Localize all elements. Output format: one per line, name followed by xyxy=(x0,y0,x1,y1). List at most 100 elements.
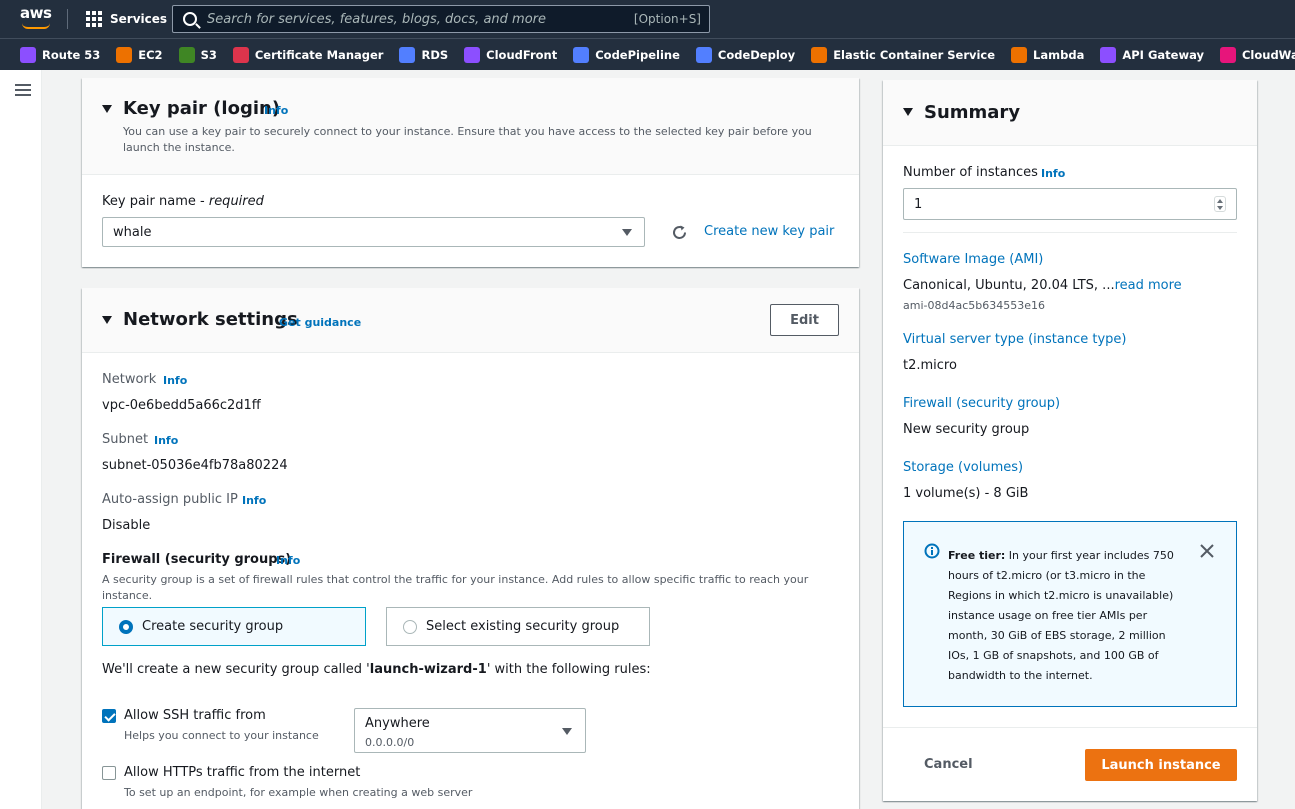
ami-read-more-link[interactable]: read more xyxy=(1115,278,1182,293)
close-icon[interactable] xyxy=(1200,544,1214,558)
favorite-label: API Gateway xyxy=(1122,47,1204,62)
key-pair-title: Key pair (login) xyxy=(123,98,281,119)
ami-value: Canonical, Ubuntu, 20.04 LTS, ...read mo… xyxy=(903,278,1182,293)
dropdown-caret-icon xyxy=(622,229,632,236)
allow-ssh-label: Allow SSH traffic from xyxy=(124,708,266,723)
cancel-button[interactable]: Cancel xyxy=(924,757,973,772)
favorite-codepipeline[interactable]: CodePipeline xyxy=(573,46,680,63)
favorite-s3[interactable]: S3 xyxy=(178,46,217,63)
collapse-caret-icon[interactable] xyxy=(102,105,112,113)
favorite-label: CloudWatch xyxy=(1241,47,1295,62)
ssh-cidr-value: 0.0.0.0/0 xyxy=(365,736,415,749)
favorite-certificate-manager[interactable]: Certificate Manager xyxy=(232,46,384,63)
info-circle-icon xyxy=(924,543,940,559)
aws-logo-text: aws xyxy=(20,4,52,22)
grid-icon xyxy=(86,11,102,27)
stepper-icon[interactable] xyxy=(1214,196,1226,212)
favorite-codedeploy[interactable]: CodeDeploy xyxy=(695,46,796,63)
service-icon xyxy=(811,46,828,63)
instances-value: 1 xyxy=(914,197,923,212)
sg-name: launch-wizard-1 xyxy=(369,662,487,677)
top-navigation-bar: aws Services Search for services, featur… xyxy=(0,0,1295,38)
allow-ssh-checkbox[interactable] xyxy=(102,709,116,723)
summary-panel: Summary Number of instances Info 1 Softw… xyxy=(883,80,1257,801)
ami-id: ami-08d4ac5b634553e16 xyxy=(903,299,1045,312)
collapse-caret-icon[interactable] xyxy=(903,108,913,116)
firewall-info-link[interactable]: Info xyxy=(276,554,300,567)
create-security-group-option[interactable]: Create security group xyxy=(102,607,366,646)
subnet-info-link[interactable]: Info xyxy=(154,434,178,447)
service-icon xyxy=(232,46,249,63)
free-tier-text: Free tier: In your first year includes 7… xyxy=(948,546,1180,686)
service-icon xyxy=(1011,46,1028,63)
favorite-cloudfront[interactable]: CloudFront xyxy=(464,46,558,63)
firewall-description: A security group is a set of firewall ru… xyxy=(102,573,809,602)
favorite-route-53[interactable]: Route 53 xyxy=(20,46,101,63)
allow-ssh-help: Helps you connect to your instance xyxy=(124,729,319,742)
network-info-link[interactable]: Info xyxy=(163,374,187,387)
network-settings-title: Network settings xyxy=(123,309,298,330)
security-group-note: We'll create a new security group called… xyxy=(102,662,651,677)
storage-link[interactable]: Storage (volumes) xyxy=(903,460,1023,475)
launch-instance-button[interactable]: Launch instance xyxy=(1085,749,1237,781)
global-search-input[interactable]: Search for services, features, blogs, do… xyxy=(172,5,710,33)
allow-https-label: Allow HTTPs traffic from the internet xyxy=(124,765,361,780)
favorite-lambda[interactable]: Lambda xyxy=(1011,46,1084,63)
required-marker: required xyxy=(208,194,264,209)
public-ip-value: Disable xyxy=(102,518,151,533)
key-pair-panel: Key pair (login) Info You can use a key … xyxy=(82,78,859,267)
favorite-label: Elastic Container Service xyxy=(833,47,996,62)
ssh-source-value: Anywhere xyxy=(365,716,430,731)
instance-type-link[interactable]: Virtual server type (instance type) xyxy=(903,332,1126,347)
ami-value-text: Canonical, Ubuntu, 20.04 LTS, ... xyxy=(903,278,1115,293)
allow-https-checkbox[interactable] xyxy=(102,766,116,780)
services-menu-button[interactable]: Services xyxy=(86,10,167,28)
favorite-label: CodePipeline xyxy=(595,47,680,62)
select-existing-security-group-option[interactable]: Select existing security group xyxy=(386,607,650,646)
search-placeholder: Search for services, features, blogs, do… xyxy=(207,11,546,27)
storage-value: 1 volume(s) - 8 GiB xyxy=(903,486,1029,501)
favorite-ec2[interactable]: EC2 xyxy=(116,46,163,63)
menu-icon[interactable] xyxy=(15,84,31,96)
firewall-link[interactable]: Firewall (security group) xyxy=(903,396,1060,411)
edit-button[interactable]: Edit xyxy=(770,304,839,336)
ssh-source-select[interactable]: Anywhere 0.0.0.0/0 xyxy=(354,708,586,753)
dropdown-caret-icon xyxy=(562,728,572,735)
favorite-label: Route 53 xyxy=(42,47,101,62)
free-tier-body: In your first year includes 750 hours of… xyxy=(948,549,1174,682)
sg-note-prefix: We'll create a new security group called… xyxy=(102,662,370,677)
create-key-pair-link[interactable]: Create new key pair xyxy=(704,224,834,239)
service-icon xyxy=(399,46,416,63)
ami-link[interactable]: Software Image (AMI) xyxy=(903,252,1043,267)
favorite-elastic-container-service[interactable]: Elastic Container Service xyxy=(811,46,996,63)
sg-note-suffix: ' with the following rules: xyxy=(486,662,651,677)
key-pair-info-link[interactable]: Info xyxy=(264,104,288,117)
summary-divider xyxy=(903,232,1237,233)
key-pair-select[interactable]: whale xyxy=(102,217,645,247)
public-ip-label: Auto-assign public IP xyxy=(102,492,238,507)
get-guidance-link[interactable]: Get guidance xyxy=(279,316,361,329)
collapse-caret-icon[interactable] xyxy=(102,316,112,324)
subnet-label: Subnet xyxy=(102,432,149,447)
favorite-cloudwatch[interactable]: CloudWatch xyxy=(1219,46,1295,63)
number-of-instances-input[interactable]: 1 xyxy=(903,188,1237,220)
service-icon xyxy=(573,46,590,63)
key-pair-selected-value: whale xyxy=(113,225,152,240)
favorite-api-gateway[interactable]: API Gateway xyxy=(1100,46,1204,63)
favorite-label: EC2 xyxy=(138,47,163,62)
favorite-label: CloudFront xyxy=(486,47,558,62)
refresh-icon[interactable] xyxy=(671,224,688,241)
network-settings-panel: Network settings Get guidance Edit Netwo… xyxy=(82,288,859,809)
network-value: vpc-0e6bedd5a66c2d1ff xyxy=(102,398,261,413)
public-ip-info-link[interactable]: Info xyxy=(242,494,266,507)
search-icon xyxy=(183,12,197,26)
favorite-label: Certificate Manager xyxy=(254,47,384,62)
instances-info-link[interactable]: Info xyxy=(1041,167,1065,180)
favorite-label: CodeDeploy xyxy=(717,47,796,62)
nav-divider xyxy=(67,9,68,29)
aws-logo[interactable]: aws xyxy=(20,5,54,31)
summary-header: Summary xyxy=(883,80,1257,146)
favorite-rds[interactable]: RDS xyxy=(399,46,448,63)
network-label: Network xyxy=(102,372,157,387)
side-navigation-rail xyxy=(0,70,42,809)
